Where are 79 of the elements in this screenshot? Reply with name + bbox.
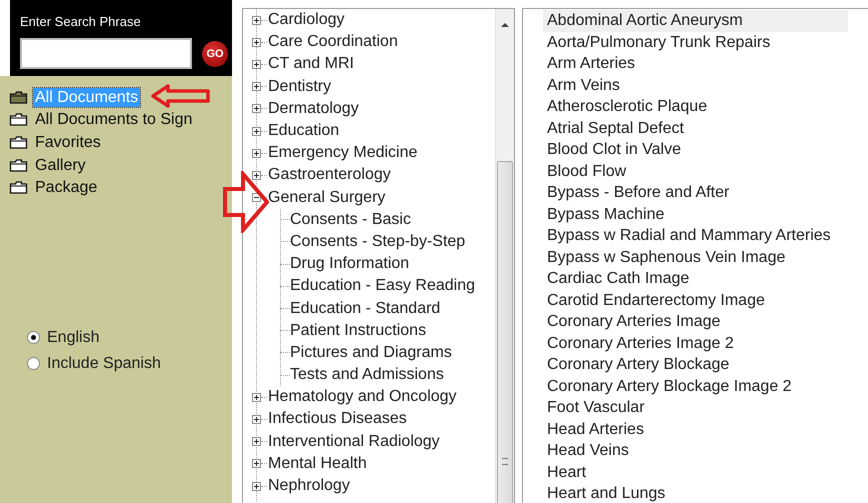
tree-item[interactable]: Consents - Step-by-Step [290, 232, 466, 251]
expand-icon[interactable] [252, 38, 261, 47]
tree-item[interactable]: Patient Instructions [290, 322, 426, 340]
tree-item[interactable]: Gastroenterology [268, 166, 391, 184]
expand-icon[interactable] [252, 104, 261, 114]
document-item[interactable]: Blood Clot in Valve [543, 139, 868, 160]
document-item[interactable]: Bypass Machine [543, 204, 868, 225]
document-item[interactable]: Bypass - Before and After [543, 182, 868, 204]
document-item[interactable]: Coronary Artery Blockage Image 2 [543, 376, 868, 397]
tree-item[interactable]: Pictures and Diagrams [290, 344, 452, 362]
tree-item[interactable]: Tests and Admissions [290, 366, 444, 384]
expand-icon[interactable] [252, 126, 261, 136]
document-item[interactable]: Cardiac Cath Image [543, 268, 868, 290]
folder-icon [9, 181, 28, 194]
radio-button[interactable] [27, 331, 40, 344]
folder-item[interactable]: Gallery [33, 156, 88, 175]
expand-icon[interactable] [252, 482, 261, 491]
arrow-icon [223, 171, 269, 233]
folder-item[interactable]: All Documents to Sign [33, 110, 194, 130]
expand-icon[interactable] [252, 170, 261, 180]
document-item[interactable]: Abdominal Aortic Aneurysm [543, 10, 848, 32]
expand-icon[interactable] [252, 459, 261, 468]
tree-item[interactable]: Cardiology [268, 11, 344, 30]
scrollbar[interactable] [495, 9, 514, 503]
folder-icon [9, 136, 28, 149]
tree-item[interactable]: Dentistry [268, 78, 332, 96]
expand-icon[interactable] [252, 82, 261, 92]
radio-label: English [47, 328, 100, 347]
document-item[interactable]: Bypass w Radial and Mammary Arteries [543, 225, 868, 246]
document-item[interactable]: Heart and Lungs [543, 483, 868, 503]
tree-item[interactable]: Emergency Medicine [268, 144, 418, 162]
document-item[interactable]: Foot Vascular [543, 397, 868, 418]
document-item[interactable]: Bypass w Saphenous Vein Image [543, 246, 868, 268]
scroll-up-arrow-icon[interactable] [501, 23, 509, 27]
tree-item[interactable]: Education - Easy Reading [290, 277, 475, 296]
document-item[interactable]: Arm Arteries [543, 53, 868, 74]
document-item[interactable]: Coronary Artery Blockage [543, 354, 868, 376]
tree-item[interactable]: Education [268, 122, 340, 140]
document-item[interactable]: Blood Flow [543, 160, 868, 182]
document-item[interactable]: Aorta/Pulmonary Trunk Repairs [543, 32, 868, 53]
folder-item[interactable]: Package [33, 178, 100, 198]
tree-item[interactable]: Infectious Diseases [268, 410, 407, 428]
expand-icon[interactable] [252, 392, 261, 402]
document-item[interactable]: Atrial Septal Defect [543, 118, 868, 139]
radio-label: Include Spanish [47, 354, 161, 373]
search-label: Enter Search Phrase [20, 14, 142, 31]
radio-button[interactable] [27, 357, 40, 370]
document-item[interactable]: Carotid Endarterectomy Image [543, 290, 868, 311]
tree-item[interactable]: Education - Standard [290, 300, 440, 318]
folder-item[interactable]: Favorites [33, 132, 103, 152]
document-item[interactable]: Atherosclerotic Plaque [543, 96, 868, 118]
tree-item[interactable]: Interventional Radiology [268, 432, 440, 451]
tree-item[interactable]: Mental Health [268, 454, 367, 473]
document-item[interactable]: Coronary Arteries Image [543, 311, 868, 332]
tree-item[interactable]: Consents - Basic [290, 210, 411, 229]
document-item[interactable]: Arm Veins [543, 74, 868, 96]
tree-item[interactable]: CT and MRI [268, 55, 354, 74]
document-item[interactable]: Head Arteries [543, 418, 868, 440]
document-item[interactable]: Coronary Arteries Image 2 [543, 332, 868, 354]
document-item[interactable]: Head Veins [543, 440, 868, 462]
folder-icon [9, 90, 28, 104]
tree-item[interactable]: Dermatology [268, 100, 359, 118]
expand-icon[interactable] [252, 148, 261, 158]
tree-item[interactable]: Hematology and Oncology [268, 388, 457, 406]
tree-item[interactable]: Care Coordination [268, 33, 398, 52]
tree-item[interactable]: Drug Information [290, 255, 410, 274]
expand-icon[interactable] [252, 437, 261, 446]
arrow-icon [150, 84, 212, 108]
folder-icon [9, 113, 28, 126]
expand-icon[interactable] [252, 60, 261, 69]
search-field[interactable] [20, 38, 192, 69]
expand-icon[interactable] [252, 16, 261, 25]
document-item[interactable]: Heart [543, 462, 868, 483]
tree-item[interactable]: General Surgery [268, 188, 386, 207]
folder-icon [9, 158, 28, 172]
go-button[interactable]: GO [202, 40, 228, 66]
expand-icon[interactable] [252, 414, 261, 424]
scrollbar-thumb[interactable] [497, 161, 513, 503]
tree-item[interactable]: Nephrology [268, 477, 350, 496]
